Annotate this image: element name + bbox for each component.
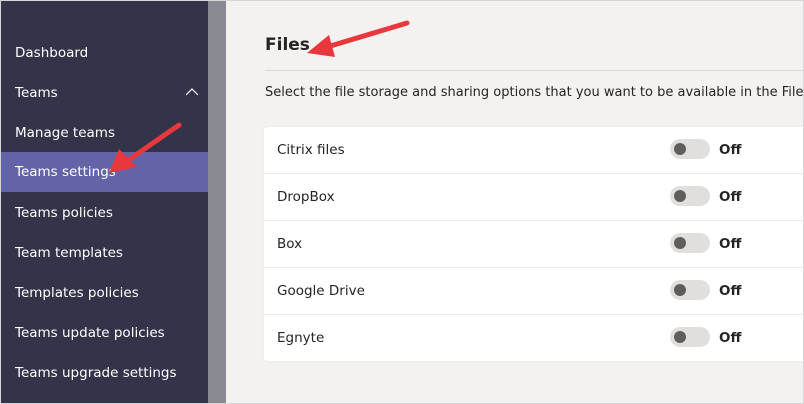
option-label: DropBox — [277, 189, 335, 205]
google-drive-toggle[interactable] — [670, 280, 710, 300]
sidebar-item-label: Manage teams — [15, 125, 115, 141]
sidebar-item-teams-upgrade-settings[interactable]: Teams upgrade settings — [1, 353, 208, 393]
page-title: Files — [265, 35, 310, 55]
toggle-knob — [674, 190, 686, 202]
sidebar-item-dashboard[interactable]: Dashboard — [1, 33, 208, 73]
app-window: Dashboard Teams Manage teams Teams setti… — [0, 0, 804, 404]
option-label: Google Drive — [277, 283, 365, 299]
option-row-box: Box Off — [264, 221, 803, 268]
sidebar-item-label: Teams settings — [15, 164, 116, 180]
sidebar-item-label: Teams policies — [15, 205, 113, 221]
box-toggle[interactable] — [670, 233, 710, 253]
option-row-citrix-files: Citrix files Off — [264, 127, 803, 174]
toggle-state-label: Off — [719, 330, 742, 346]
sidebar-scrollbar[interactable] — [208, 1, 226, 403]
sidebar-item-label: Team templates — [15, 245, 123, 261]
sidebar-item-label: Teams update policies — [15, 325, 165, 341]
toggle-knob — [674, 284, 686, 296]
sidebar-item-teams-update-policies[interactable]: Teams update policies — [1, 313, 208, 353]
chevron-up-icon[interactable] — [185, 87, 199, 97]
option-row-dropbox: DropBox Off — [264, 174, 803, 221]
toggle-knob — [674, 237, 686, 249]
divider — [265, 70, 803, 71]
option-label: Egnyte — [277, 330, 325, 346]
sidebar-item-templates-policies[interactable]: Templates policies — [1, 273, 208, 313]
sidebar-item-label: Dashboard — [15, 45, 89, 61]
sidebar-item-team-templates[interactable]: Team templates — [1, 233, 208, 273]
option-label: Citrix files — [277, 142, 345, 158]
toggle-knob — [674, 331, 686, 343]
citrix-files-toggle[interactable] — [670, 139, 710, 159]
toggle-state-label: Off — [719, 283, 742, 299]
sidebar-item-label: Teams upgrade settings — [15, 365, 177, 381]
toggle-state-label: Off — [719, 142, 742, 158]
egnyte-toggle[interactable] — [670, 327, 710, 347]
main-content: Files Select the file storage and sharin… — [226, 1, 803, 403]
option-label: Box — [277, 236, 303, 252]
sidebar-item-label: Templates policies — [15, 285, 139, 301]
toggle-state-label: Off — [719, 189, 742, 205]
toggle-knob — [674, 143, 686, 155]
sidebar-item-teams-policies[interactable]: Teams policies — [1, 193, 208, 233]
sidebar-item-manage-teams[interactable]: Manage teams — [1, 113, 208, 153]
toggle-state-label: Off — [719, 236, 742, 252]
sidebar-item-label: Teams — [15, 85, 58, 101]
sidebar-item-teams[interactable]: Teams — [1, 73, 208, 113]
dropbox-toggle[interactable] — [670, 186, 710, 206]
file-storage-options-card: Citrix files Off DropBox Off Box Off Goo… — [264, 127, 803, 362]
option-row-google-drive: Google Drive Off — [264, 268, 803, 315]
sidebar: Dashboard Teams Manage teams Teams setti… — [1, 1, 208, 403]
sidebar-item-teams-settings[interactable]: Teams settings — [1, 152, 208, 192]
section-description: Select the file storage and sharing opti… — [265, 85, 804, 100]
option-row-egnyte: Egnyte Off — [264, 315, 803, 362]
